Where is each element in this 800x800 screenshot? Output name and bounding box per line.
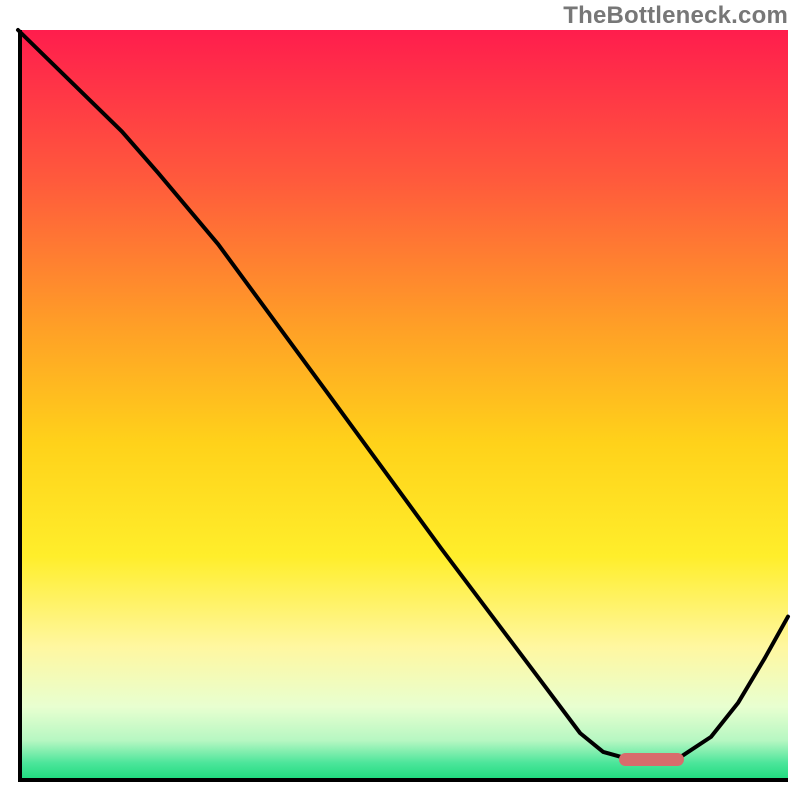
optimal-range-marker <box>619 753 684 766</box>
watermark-text: TheBottleneck.com <box>563 2 788 30</box>
y-axis <box>18 30 22 782</box>
chart-viewport: TheBottleneck.com <box>0 0 800 800</box>
plot-area <box>18 30 788 782</box>
x-axis <box>18 778 788 782</box>
plot-svg <box>18 30 788 782</box>
